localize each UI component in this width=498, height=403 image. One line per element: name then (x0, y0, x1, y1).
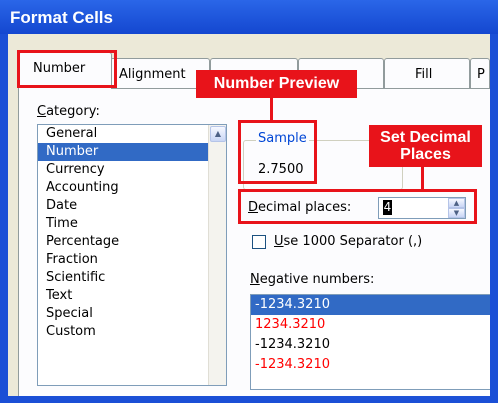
list-item-selected[interactable]: -1234.3210 (251, 295, 490, 315)
tab-alignment[interactable]: Alignment (110, 58, 210, 88)
category-label: Category: (37, 104, 100, 119)
callout-connector (270, 96, 273, 122)
number-preview-callout: Number Preview (196, 70, 357, 98)
number-tab-highlight (17, 50, 117, 88)
category-listbox[interactable]: General Number Currency Accounting Date … (37, 124, 227, 386)
list-item[interactable]: Accounting (38, 179, 226, 197)
list-item[interactable]: Percentage (38, 233, 226, 251)
list-item[interactable]: Scientific (38, 269, 226, 287)
use-1000-separator-checkbox[interactable] (252, 235, 266, 249)
sample-highlight (238, 120, 317, 184)
list-item[interactable]: -1234.3210 (251, 335, 490, 355)
list-item[interactable]: -1234.3210 (251, 355, 490, 375)
negative-numbers-label: Negative numbers: (250, 272, 375, 287)
scroll-up-icon[interactable]: ▲ (210, 126, 226, 142)
category-scrollbar[interactable]: ▲ (208, 125, 226, 385)
dialog-frame-right (490, 34, 498, 403)
list-item[interactable]: 1234.3210 (251, 315, 490, 335)
list-item[interactable]: General (38, 125, 226, 143)
set-decimal-places-callout: Set Decimal Places (369, 125, 482, 167)
dialog-frame-bottom (0, 396, 498, 403)
list-item[interactable]: Time (38, 215, 226, 233)
list-item[interactable]: Custom (38, 323, 226, 341)
list-item[interactable]: Text (38, 287, 226, 305)
tab-fill[interactable]: Fill (384, 58, 470, 88)
tab-protection[interactable]: P (470, 58, 490, 88)
use-1000-separator-label: Use 1000 Separator (,) (274, 234, 423, 249)
negative-numbers-listbox[interactable]: -1234.3210 1234.3210 -1234.3210 -1234.32… (250, 294, 490, 390)
list-item[interactable]: Special (38, 305, 226, 323)
list-item-selected[interactable]: Number (38, 143, 226, 161)
decimal-places-highlight (238, 189, 477, 224)
list-item[interactable]: Currency (38, 161, 226, 179)
list-item[interactable]: Date (38, 197, 226, 215)
list-item[interactable]: Fraction (38, 251, 226, 269)
dialog-title: Format Cells (0, 0, 498, 34)
callout-connector (421, 166, 424, 190)
